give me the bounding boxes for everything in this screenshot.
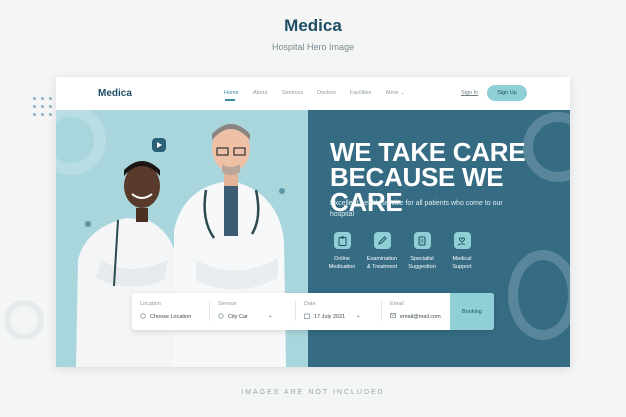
service-value: City Car	[228, 314, 248, 320]
hand-support-icon	[453, 232, 471, 249]
images-disclaimer: IMAGES ARE NOT INCLUDED	[241, 389, 385, 396]
website-mockup: Medica Home About Services Doctors Facil…	[56, 77, 570, 367]
location-label: Location	[140, 301, 161, 307]
chevron-down-icon: ⌄	[400, 90, 405, 96]
signup-button[interactable]: Sign Up	[487, 85, 527, 101]
email-value: email@mail.com	[400, 313, 441, 320]
date-label: Date	[304, 301, 316, 307]
document-icon	[413, 232, 431, 249]
email-field[interactable]: Email email@mail.com	[382, 293, 450, 330]
service-label: Service	[218, 301, 237, 307]
location-pin-icon	[140, 313, 146, 321]
booking-form: Location Choose Location Service City Ca…	[132, 293, 494, 330]
nav-more-label: More	[386, 90, 399, 96]
showcase-title: Medica	[284, 16, 342, 35]
booking-button[interactable]: Booking	[450, 293, 494, 330]
hero-subtext: Excellent health service for all patient…	[330, 200, 503, 218]
showcase-subtitle: Hospital Hero Image	[271, 42, 355, 52]
clipboard-icon	[333, 232, 351, 249]
logo[interactable]: Medica	[98, 88, 132, 99]
chevron-down-icon: ⌄	[356, 313, 361, 319]
date-picker[interactable]: Date 17 July 2021 ⌄	[296, 293, 382, 330]
decorative-ring	[4, 300, 44, 340]
nav-link-more[interactable]: More ⌄	[386, 90, 405, 96]
email-label: Email	[390, 301, 404, 307]
nav-link-home[interactable]: Home	[224, 90, 239, 96]
calendar-icon	[304, 313, 310, 321]
signin-link[interactable]: Sign In	[461, 90, 478, 96]
play-video-icon[interactable]	[152, 138, 166, 152]
pen-icon	[373, 232, 391, 249]
location-value: Choose Location	[150, 314, 192, 320]
location-pin-icon	[218, 313, 224, 321]
nav-link-doctors[interactable]: Doctors	[317, 90, 336, 96]
date-value: 17 July 2021	[314, 314, 346, 320]
feature-medical-support[interactable]: Medical Support	[438, 232, 486, 271]
mail-icon	[390, 313, 396, 320]
service-select[interactable]: Service City Car ⌄	[210, 293, 296, 330]
feature-label: Medical	[452, 256, 472, 262]
feature-label: Support	[452, 264, 472, 270]
background-ring	[508, 250, 570, 340]
nav-link-facilities[interactable]: Facilities	[350, 90, 371, 96]
location-field[interactable]: Location Choose Location	[132, 293, 210, 330]
chevron-down-icon: ⌄	[268, 313, 273, 319]
navbar: Medica Home About Services Doctors Facil…	[56, 77, 570, 110]
decorative-dots	[33, 97, 55, 121]
nav-link-about[interactable]: About	[253, 90, 267, 96]
nav-active-indicator	[225, 99, 235, 101]
nav-link-services[interactable]: Services	[282, 90, 303, 96]
